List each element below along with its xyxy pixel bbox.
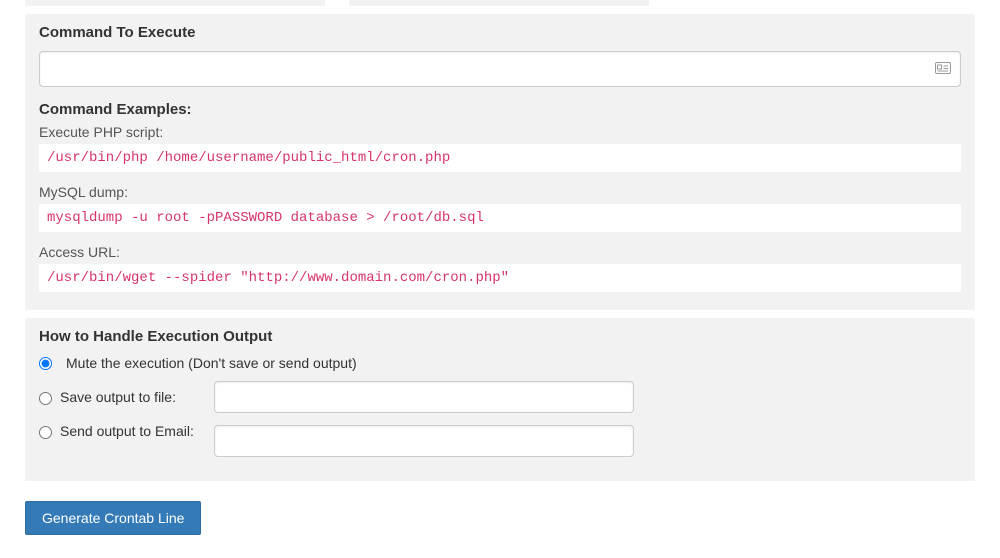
savefile-input[interactable] xyxy=(214,381,634,413)
example-label: Access URL: xyxy=(39,244,961,260)
example-label: Execute PHP script: xyxy=(39,124,961,140)
generate-button[interactable]: Generate Crontab Line xyxy=(25,501,201,535)
example-code: mysqldump -u root -pPASSWORD database > … xyxy=(39,204,961,232)
radio-savefile[interactable] xyxy=(39,392,52,405)
example-code: /usr/bin/wget --spider "http://www.domai… xyxy=(39,264,961,292)
example-label: MySQL dump: xyxy=(39,184,961,200)
sendemail-input[interactable] xyxy=(214,425,634,457)
examples-heading: Command Examples: xyxy=(39,101,961,118)
command-panel: Command To Execute Command Examples: Exe… xyxy=(25,14,975,310)
output-option-savefile: Save output to file: xyxy=(39,381,961,413)
radio-savefile-label: Save output to file: xyxy=(60,389,214,405)
command-input-wrap xyxy=(39,51,961,87)
output-panel: How to Handle Execution Output Mute the … xyxy=(25,318,975,481)
radio-mute-label: Mute the execution (Don't save or send o… xyxy=(66,355,357,371)
radio-sendemail-label: Send output to Email: xyxy=(60,423,214,439)
output-title: How to Handle Execution Output xyxy=(39,328,961,345)
radio-mute[interactable] xyxy=(39,357,52,370)
placeholder-block xyxy=(349,0,649,6)
top-placeholder-row xyxy=(25,0,975,6)
output-option-mute: Mute the execution (Don't save or send o… xyxy=(39,355,961,371)
placeholder-block xyxy=(25,0,325,6)
command-input[interactable] xyxy=(39,51,961,87)
radio-sendemail[interactable] xyxy=(39,426,52,439)
output-option-sendemail: Send output to Email: xyxy=(39,423,961,457)
example-code: /usr/bin/php /home/username/public_html/… xyxy=(39,144,961,172)
command-title: Command To Execute xyxy=(39,24,961,41)
